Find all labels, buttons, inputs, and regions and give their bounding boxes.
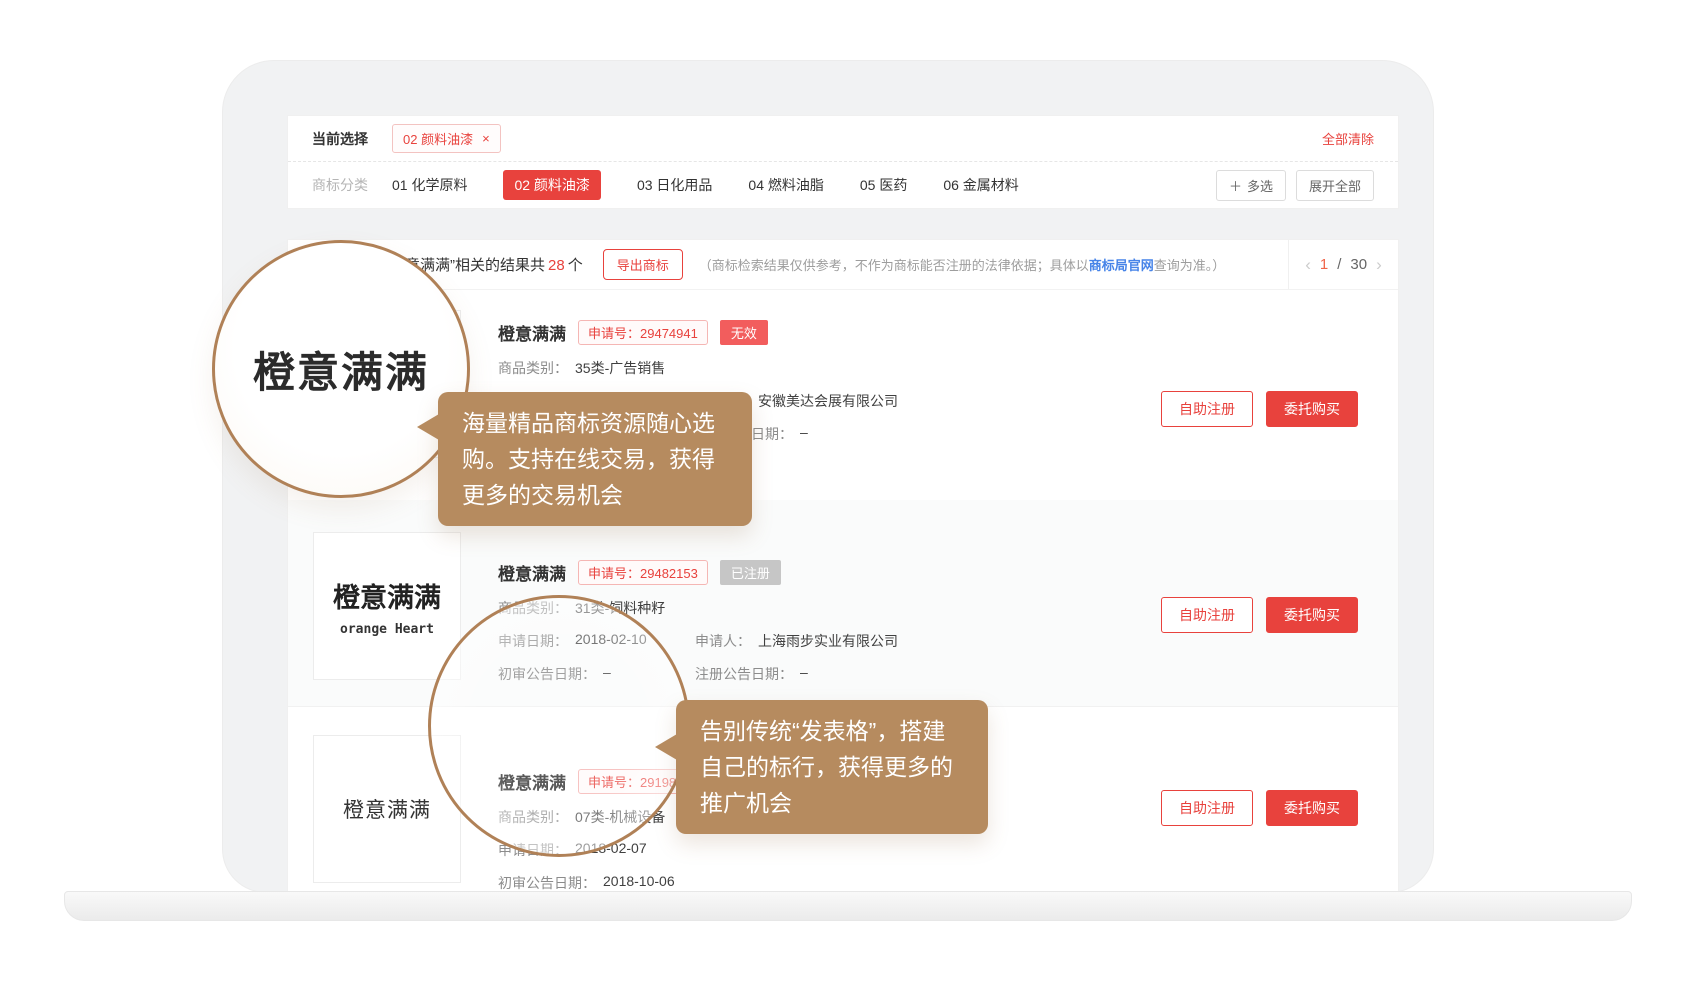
tab-actions: ＋ 多选 展开全部 bbox=[1216, 170, 1374, 201]
tab-06-metal[interactable]: 06 金属材料 bbox=[943, 175, 1018, 195]
trademark-name[interactable]: 橙意满满 bbox=[498, 560, 566, 585]
disclaimer-pre: （商标检索结果仅供参考，不作为商标能否注册的法律依据；具体以 bbox=[699, 258, 1089, 273]
detail-line: 商品类别： 35类-广告销售 bbox=[498, 358, 1141, 378]
trademark-image-text: 橙意满满 bbox=[343, 794, 431, 824]
status-badge: 无效 bbox=[720, 320, 768, 345]
category-tabs-row: 商标分类 01 化学原料 02 颜料油漆 03 日化用品 04 燃料油脂 05 … bbox=[288, 162, 1398, 208]
close-icon[interactable]: × bbox=[482, 131, 490, 146]
multi-select-label: 多选 bbox=[1247, 176, 1273, 195]
row-actions: 自助注册 委托购买 bbox=[1161, 790, 1358, 826]
self-register-button[interactable]: 自助注册 bbox=[1161, 790, 1253, 826]
app-no-label: 申请号： bbox=[588, 326, 640, 341]
tab-01-chemical[interactable]: 01 化学原料 bbox=[392, 175, 467, 195]
trademark-image-subtext: orange Heart bbox=[340, 622, 434, 637]
category-field-label: 商品类别： bbox=[498, 358, 568, 378]
selected-filter-chip[interactable]: 02 颜料油漆 × bbox=[392, 124, 501, 153]
current-selection-label: 当前选择 bbox=[312, 129, 368, 149]
trademark-image-text: 橙意满满 bbox=[333, 576, 441, 615]
results-summary-area: 为您检索到“橙意满满”相关的结果共28个 导出商标 （商标检索结果仅供参考，不作… bbox=[288, 240, 1288, 289]
tooltip-promotion: 告别传统“发表格”，搭建自己的标行，获得更多的推广机会 bbox=[676, 700, 988, 834]
applicant-label: 申请人： bbox=[695, 631, 751, 651]
first-publication-value: 2018-10-06 bbox=[603, 873, 675, 893]
self-register-button[interactable]: 自助注册 bbox=[1161, 597, 1253, 633]
reg-publication-value: – bbox=[800, 424, 808, 444]
magnifier-circle-trademark: 橙意满满 bbox=[212, 240, 470, 498]
app-no-value: 29474941 bbox=[640, 326, 698, 341]
category-label: 商标分类 bbox=[312, 175, 368, 195]
row-actions: 自助注册 委托购买 bbox=[1161, 597, 1358, 633]
tooltip-promotion-text: 告别传统“发表格”，搭建自己的标行，获得更多的推广机会 bbox=[700, 718, 953, 816]
trademark-name[interactable]: 橙意满满 bbox=[498, 320, 566, 345]
self-register-button[interactable]: 自助注册 bbox=[1161, 391, 1253, 427]
tab-03-daily[interactable]: 03 日化用品 bbox=[637, 175, 712, 195]
status-badge: 已注册 bbox=[720, 560, 781, 585]
detail-line: 初审公告日期： 2018-10-06 bbox=[498, 873, 1141, 893]
tooltip-resources: 海量精品商标资源随心选购。支持在线交易，获得更多的交易机会 bbox=[438, 392, 752, 526]
multi-select-button[interactable]: ＋ 多选 bbox=[1216, 170, 1286, 201]
trademark-image[interactable]: 橙意满满 orange Heart bbox=[313, 532, 461, 680]
application-number-chip: 申请号：29474941 bbox=[578, 320, 708, 345]
results-header: 为您检索到“橙意满满”相关的结果共28个 导出商标 （商标检索结果仅供参考，不作… bbox=[288, 240, 1398, 290]
tab-04-fuel[interactable]: 04 燃料油脂 bbox=[748, 175, 823, 195]
app-no-value: 29482153 bbox=[640, 566, 698, 581]
page: 当前选择 02 颜料油漆 × 全部清除 商标分类 01 化学原料 02 颜料油漆… bbox=[0, 0, 1696, 1002]
plus-icon: ＋ bbox=[1229, 176, 1242, 195]
reg-publication-value: – bbox=[800, 664, 808, 684]
first-publication-label: 初审公告日期： bbox=[498, 873, 596, 893]
trademark-title-line: 橙意满满 申请号：29482153 已注册 bbox=[498, 560, 1141, 585]
next-page-icon[interactable]: › bbox=[1376, 255, 1382, 275]
entrust-buy-button[interactable]: 委托购买 bbox=[1266, 790, 1358, 826]
magnifier-circle-highlight bbox=[428, 595, 690, 857]
tab-02-paint-active[interactable]: 02 颜料油漆 bbox=[503, 170, 600, 200]
row-actions: 自助注册 委托购买 bbox=[1161, 391, 1358, 427]
app-no-label: 申请号： bbox=[588, 566, 640, 581]
chip-label: 02 颜料油漆 bbox=[403, 129, 473, 148]
reg-publication-label: 注册公告日期： bbox=[695, 664, 793, 684]
trademark-office-link[interactable]: 商标局官网 bbox=[1089, 258, 1154, 273]
summary-suffix: 个 bbox=[568, 257, 583, 274]
entrust-buy-button[interactable]: 委托购买 bbox=[1266, 391, 1358, 427]
pagination: ‹ 1 / 30 › bbox=[1288, 240, 1398, 289]
current-page: 1 bbox=[1320, 256, 1328, 273]
filter-panel: 当前选择 02 颜料油漆 × 全部清除 商标分类 01 化学原料 02 颜料油漆… bbox=[287, 115, 1399, 209]
export-trademarks-button[interactable]: 导出商标 bbox=[603, 249, 683, 280]
current-selection-row: 当前选择 02 颜料油漆 × 全部清除 bbox=[288, 116, 1398, 162]
laptop-base bbox=[64, 891, 1632, 921]
category-tabs: 01 化学原料 02 颜料油漆 03 日化用品 04 燃料油脂 05 医药 06… bbox=[392, 170, 1019, 200]
results-count: 28 bbox=[548, 257, 565, 274]
magnified-trademark-text: 橙意满满 bbox=[253, 339, 429, 400]
applicant-value: 上海雨步实业有限公司 bbox=[758, 631, 898, 651]
application-number-chip: 申请号：29482153 bbox=[578, 560, 708, 585]
applicant-value: 安徽美达会展有限公司 bbox=[758, 391, 898, 411]
page-separator: / bbox=[1337, 256, 1341, 273]
disclaimer-post: 查询为准。） bbox=[1154, 258, 1226, 273]
entrust-buy-button[interactable]: 委托购买 bbox=[1266, 597, 1358, 633]
trademark-title-line: 橙意满满 申请号：29474941 无效 bbox=[498, 320, 1141, 345]
tooltip-arrow-left bbox=[655, 734, 677, 760]
category-value: 35类-广告销售 bbox=[575, 358, 665, 378]
total-pages: 30 bbox=[1350, 256, 1367, 273]
tab-05-medicine[interactable]: 05 医药 bbox=[860, 175, 907, 195]
tooltip-resources-text: 海量精品商标资源随心选购。支持在线交易，获得更多的交易机会 bbox=[462, 410, 715, 508]
prev-page-icon[interactable]: ‹ bbox=[1305, 255, 1311, 275]
disclaimer-text: （商标检索结果仅供参考，不作为商标能否注册的法律依据；具体以商标局官网查询为准。… bbox=[699, 255, 1226, 274]
clear-all-button[interactable]: 全部清除 bbox=[1322, 129, 1374, 148]
expand-all-button[interactable]: 展开全部 bbox=[1296, 170, 1374, 201]
tooltip-arrow-left bbox=[417, 414, 439, 440]
